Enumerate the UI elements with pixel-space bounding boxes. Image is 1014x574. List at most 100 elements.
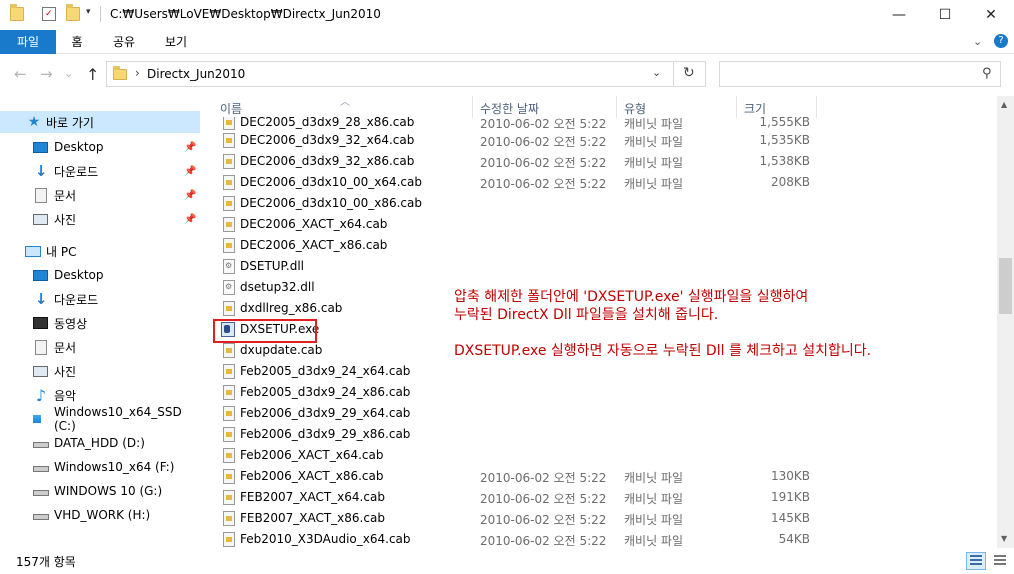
- download-icon: ↓: [34, 290, 48, 308]
- back-button[interactable]: ←: [14, 65, 27, 83]
- file-type: 캐비닛 파일: [624, 156, 684, 170]
- cab-file-icon: [223, 301, 235, 316]
- sidebar-item-music[interactable]: ♪ 음악: [0, 384, 200, 406]
- file-name: FEB2007_XACT_x64.cab: [240, 490, 385, 504]
- title-separator: [100, 6, 101, 22]
- help-icon[interactable]: ?: [994, 34, 1008, 48]
- file-name: DEC2006_d3dx10_00_x64.cab: [240, 175, 423, 189]
- minimize-button[interactable]: —: [876, 0, 922, 30]
- tab-share[interactable]: 공유: [106, 30, 142, 54]
- cab-file-icon: [223, 238, 235, 253]
- document-icon: [35, 187, 47, 203]
- search-input[interactable]: ⚲: [719, 61, 1001, 87]
- sidebar-item-quick-pictures[interactable]: 사진 📌: [0, 208, 200, 230]
- file-name: Feb2005_d3dx9_24_x86.cab: [240, 385, 411, 399]
- file-date: 2010-06-02 오전 5:22: [480, 156, 607, 170]
- scroll-down-icon[interactable]: ▼: [1001, 534, 1007, 543]
- drive-icon: [33, 466, 49, 472]
- column-date[interactable]: 수정한 날짜: [480, 100, 539, 117]
- column-divider[interactable]: [816, 96, 817, 118]
- file-row[interactable]: Feb2006_d3dx9_29_x86.cab: [200, 424, 997, 445]
- sidebar-item-quick-documents[interactable]: 문서 📌: [0, 184, 200, 206]
- annotation-line: DXSETUP.exe 실행하면 자동으로 누락된 Dll 를 체크하고 설치합…: [454, 343, 872, 359]
- sidebar-item-drive-g[interactable]: WINDOWS 10 (G:): [0, 480, 200, 502]
- ribbon-expand-icon[interactable]: ⌄: [973, 35, 982, 48]
- breadcrumb[interactable]: Directx_Jun2010: [147, 67, 245, 81]
- up-button[interactable]: ↑: [86, 65, 99, 84]
- refresh-button[interactable]: ↻: [683, 65, 695, 81]
- scrollbar-thumb[interactable]: [999, 258, 1012, 314]
- sidebar-item-label: WINDOWS 10 (G:): [54, 484, 163, 498]
- file-row[interactable]: Feb2006_d3dx9_29_x64.cab: [200, 403, 997, 424]
- sidebar-item-drive-h[interactable]: VHD_WORK (H:): [0, 504, 200, 526]
- file-row[interactable]: DEC2006_d3dx10_00_x64.cab 2010-06-02 오전 …: [200, 172, 997, 193]
- large-icons-view-button[interactable]: [990, 552, 1010, 570]
- file-date: 2010-06-02 오전 5:22: [480, 471, 607, 485]
- sidebar-item-drive-f[interactable]: Windows10_x64 (F:): [0, 456, 200, 478]
- sidebar-item-documents[interactable]: 문서: [0, 336, 200, 358]
- address-bar[interactable]: › Directx_Jun2010 ⌄ ↻: [106, 61, 706, 87]
- properties-icon[interactable]: ✓: [42, 7, 56, 21]
- details-view-button[interactable]: [966, 552, 986, 570]
- file-row[interactable]: Feb2005_d3dx9_24_x86.cab: [200, 382, 997, 403]
- drive-icon: [33, 442, 49, 448]
- file-row[interactable]: FEB2007_XACT_x64.cab 2010-06-02 오전 5:22 …: [200, 487, 997, 508]
- sidebar-item-quick-downloads[interactable]: ↓ 다운로드 📌: [0, 160, 200, 182]
- column-divider[interactable]: [472, 96, 473, 118]
- file-row[interactable]: DEC2006_d3dx9_32_x86.cab 2010-06-02 오전 5…: [200, 151, 997, 172]
- tab-file[interactable]: 파일: [0, 30, 56, 54]
- file-name: DEC2006_XACT_x86.cab: [240, 238, 388, 252]
- chevron-down-icon[interactable]: ⌄: [652, 66, 661, 79]
- file-size: 208KB: [770, 175, 810, 189]
- column-name[interactable]: 이름: [220, 100, 242, 117]
- sidebar-item-quick-desktop[interactable]: Desktop 📌: [0, 136, 200, 158]
- tab-view[interactable]: 보기: [158, 30, 194, 54]
- tab-home[interactable]: 홈: [62, 30, 92, 54]
- column-type[interactable]: 유형: [624, 100, 646, 117]
- column-divider[interactable]: [736, 96, 737, 118]
- file-row[interactable]: DEC2006_XACT_x64.cab: [200, 214, 997, 235]
- pin-icon: 📌: [184, 141, 197, 153]
- desktop-icon: [33, 269, 48, 281]
- recent-locations-button[interactable]: ⌄: [64, 67, 73, 80]
- file-row[interactable]: FEB2007_XACT_x86.cab 2010-06-02 오전 5:22 …: [200, 508, 997, 529]
- chevron-right-icon[interactable]: ›: [135, 66, 140, 80]
- sidebar-item-videos[interactable]: 동영상: [0, 312, 200, 334]
- scroll-up-icon[interactable]: ▲: [1001, 100, 1007, 109]
- maximize-button[interactable]: ☐: [922, 0, 968, 30]
- close-button[interactable]: ✕: [968, 0, 1014, 30]
- file-date: 2010-06-02 오전 5:22: [480, 534, 607, 548]
- file-size: 1,535KB: [759, 133, 810, 147]
- file-row[interactable]: DEC2006_XACT_x86.cab: [200, 235, 997, 256]
- picture-icon: [33, 213, 48, 225]
- vertical-scrollbar[interactable]: ▲ ▼: [997, 96, 1014, 548]
- sidebar-item-drive-d[interactable]: DATA_HDD (D:): [0, 432, 200, 454]
- cab-file-icon: [223, 175, 235, 190]
- pin-icon: 📌: [184, 189, 197, 201]
- file-row[interactable]: Feb2006_XACT_x64.cab: [200, 445, 997, 466]
- file-type: 캐비닛 파일: [624, 135, 684, 149]
- file-row[interactable]: Feb2005_d3dx9_24_x64.cab: [200, 361, 997, 382]
- file-row[interactable]: DEC2006_d3dx10_00_x86.cab: [200, 193, 997, 214]
- sidebar-item-this-pc[interactable]: 내 PC: [0, 240, 200, 262]
- file-name: DSETUP.dll: [240, 259, 305, 273]
- new-folder-icon[interactable]: [66, 4, 80, 21]
- sidebar-item-quick-access[interactable]: ★ 바로 가기: [0, 111, 200, 133]
- sidebar-item-label: DATA_HDD (D:): [54, 436, 145, 450]
- quick-access-dropdown-icon[interactable]: ▾: [86, 7, 91, 17]
- file-size: 54KB: [778, 532, 810, 546]
- column-size[interactable]: 크기: [744, 100, 766, 117]
- forward-button[interactable]: →: [40, 65, 53, 83]
- file-row[interactable]: DEC2006_d3dx9_32_x64.cab 2010-06-02 오전 5…: [200, 130, 997, 151]
- sidebar-item-drive-c[interactable]: Windows10_x64_SSD (C:): [0, 405, 200, 433]
- file-row[interactable]: Feb2010_X3DAudio_x64.cab 2010-06-02 오전 5…: [200, 529, 997, 548]
- sidebar-item-pictures[interactable]: 사진: [0, 360, 200, 382]
- sidebar-item-desktop[interactable]: Desktop: [0, 264, 200, 286]
- column-divider[interactable]: [616, 96, 617, 118]
- file-row[interactable]: DSETUP.dll: [200, 256, 997, 277]
- sidebar-item-downloads[interactable]: ↓ 다운로드: [0, 288, 200, 310]
- cab-file-icon: [223, 364, 235, 379]
- sidebar-item-label: Windows10_x64 (F:): [54, 460, 175, 474]
- file-row[interactable]: Feb2006_XACT_x86.cab 2010-06-02 오전 5:22 …: [200, 466, 997, 487]
- file-name: DEC2006_d3dx10_00_x86.cab: [240, 196, 423, 210]
